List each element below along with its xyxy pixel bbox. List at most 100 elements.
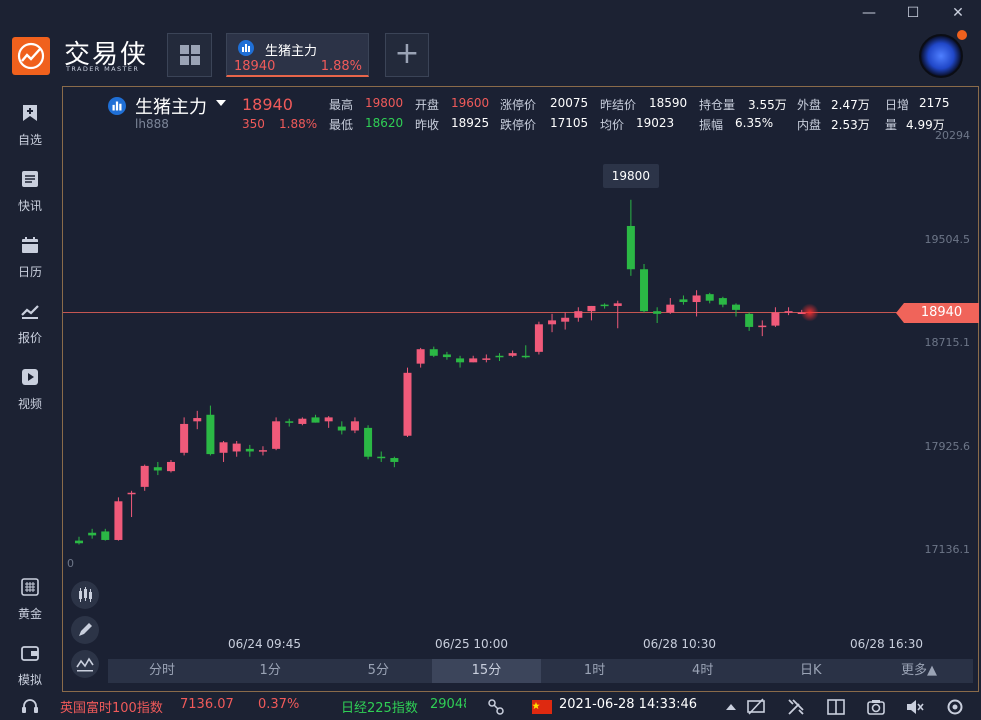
candle[interactable]: [403, 367, 412, 438]
candle[interactable]: [350, 417, 359, 434]
indicator-button[interactable]: [71, 650, 99, 678]
period-option[interactable]: 更多▲: [865, 659, 973, 683]
period-option[interactable]: 4时: [649, 659, 757, 683]
candle[interactable]: [298, 417, 307, 426]
period-option[interactable]: 分时: [108, 659, 216, 683]
candle[interactable]: [456, 355, 465, 368]
candle[interactable]: [653, 307, 662, 323]
candle[interactable]: [574, 307, 583, 322]
candle[interactable]: [771, 307, 780, 327]
candle[interactable]: [285, 418, 294, 427]
draw-tool-button[interactable]: [71, 616, 99, 644]
ticker2-name[interactable]: 日经225指数: [341, 697, 418, 716]
candle[interactable]: [732, 303, 740, 317]
connection-icon[interactable]: [486, 697, 506, 717]
candle[interactable]: [364, 425, 373, 460]
candle[interactable]: [705, 292, 714, 304]
sidebar-item-news[interactable]: 快讯: [0, 158, 60, 218]
candlestick-chart[interactable]: [63, 87, 978, 691]
candle[interactable]: [101, 528, 110, 541]
settings-icon[interactable]: [945, 697, 965, 717]
sidebar-item-simulation[interactable]: 模拟: [0, 632, 60, 692]
candle[interactable]: [534, 321, 543, 355]
minimize-button[interactable]: —: [855, 2, 883, 24]
headset-icon[interactable]: [20, 697, 40, 717]
candle[interactable]: [521, 345, 530, 359]
sidebar-item-gold[interactable]: 黄金: [0, 566, 60, 626]
candle[interactable]: [600, 303, 609, 309]
chart-type-button[interactable]: [71, 581, 99, 609]
prev-settle-value: 18590: [649, 96, 688, 110]
candle[interactable]: [613, 300, 622, 329]
high-callout: 19800: [602, 164, 659, 188]
sound-off-icon[interactable]: [905, 697, 925, 717]
candle[interactable]: [245, 444, 254, 457]
candle[interactable]: [219, 440, 228, 462]
candle[interactable]: [442, 351, 451, 360]
candle[interactable]: [311, 414, 320, 423]
arrow-up-icon[interactable]: [721, 697, 741, 717]
candle[interactable]: [429, 346, 438, 358]
avatar[interactable]: [919, 34, 963, 78]
candle[interactable]: [88, 528, 97, 539]
symbol-code: lh888: [135, 117, 169, 131]
candle[interactable]: [416, 347, 425, 368]
period-option[interactable]: 5分: [324, 659, 432, 683]
tab-name: 生猪主力: [265, 44, 318, 59]
candle[interactable]: [324, 416, 333, 428]
candle[interactable]: [666, 298, 675, 314]
maximize-button[interactable]: ☐: [899, 2, 927, 24]
candle[interactable]: [587, 305, 596, 321]
candle[interactable]: [337, 421, 346, 435]
candle[interactable]: [377, 451, 386, 462]
period-option[interactable]: 1分: [216, 659, 324, 683]
limit-down-label: 跌停价: [500, 118, 537, 132]
symbol-name[interactable]: 生猪主力: [135, 93, 207, 119]
add-tab-button[interactable]: +: [385, 33, 429, 77]
candle[interactable]: [626, 199, 635, 276]
tab-lh888[interactable]: 生猪主力 18940 1.88%: [226, 33, 369, 77]
candle[interactable]: [193, 410, 202, 430]
candle[interactable]: [390, 456, 399, 468]
candle[interactable]: [758, 320, 767, 337]
layout-grid-button[interactable]: [167, 33, 212, 77]
candle[interactable]: [180, 417, 189, 456]
ticker1-name[interactable]: 英国富时100指数: [60, 697, 163, 716]
candle[interactable]: [495, 353, 504, 362]
candle[interactable]: [140, 464, 149, 491]
candle[interactable]: [166, 459, 175, 473]
limit-up-value: 20075: [550, 96, 589, 110]
candle[interactable]: [548, 313, 557, 333]
candle[interactable]: [482, 354, 491, 363]
candle[interactable]: [784, 307, 793, 316]
candle[interactable]: [232, 440, 241, 457]
candle[interactable]: [272, 417, 281, 451]
candle[interactable]: [561, 312, 570, 330]
candle[interactable]: [75, 536, 83, 545]
chevron-down-icon[interactable]: [216, 100, 226, 106]
tools-icon[interactable]: [786, 697, 806, 717]
candlestick-icon: [79, 587, 92, 602]
candle[interactable]: [206, 405, 215, 456]
candle[interactable]: [127, 490, 136, 518]
sidebar-item-quotes[interactable]: 报价: [0, 290, 60, 350]
sidebar-item-calendar[interactable]: 日历: [0, 224, 60, 284]
sidebar-item-watchlist[interactable]: 自选: [0, 92, 60, 152]
candle[interactable]: [469, 355, 478, 363]
candle[interactable]: [114, 497, 123, 541]
candle[interactable]: [679, 295, 688, 305]
period-option[interactable]: 1时: [541, 659, 649, 683]
camera-icon[interactable]: [866, 697, 886, 717]
screen-off-icon[interactable]: [746, 697, 766, 717]
candle[interactable]: [640, 264, 649, 313]
close-button[interactable]: ✕: [944, 2, 972, 24]
candle[interactable]: [508, 350, 517, 358]
candle[interactable]: [745, 312, 754, 331]
sidebar-item-video[interactable]: 视频: [0, 356, 60, 416]
period-option[interactable]: 15分: [432, 659, 541, 683]
candle[interactable]: [153, 461, 162, 476]
period-option[interactable]: 日K: [757, 659, 865, 683]
candle[interactable]: [718, 296, 727, 308]
split-view-icon[interactable]: [826, 697, 846, 717]
candle[interactable]: [258, 446, 267, 456]
